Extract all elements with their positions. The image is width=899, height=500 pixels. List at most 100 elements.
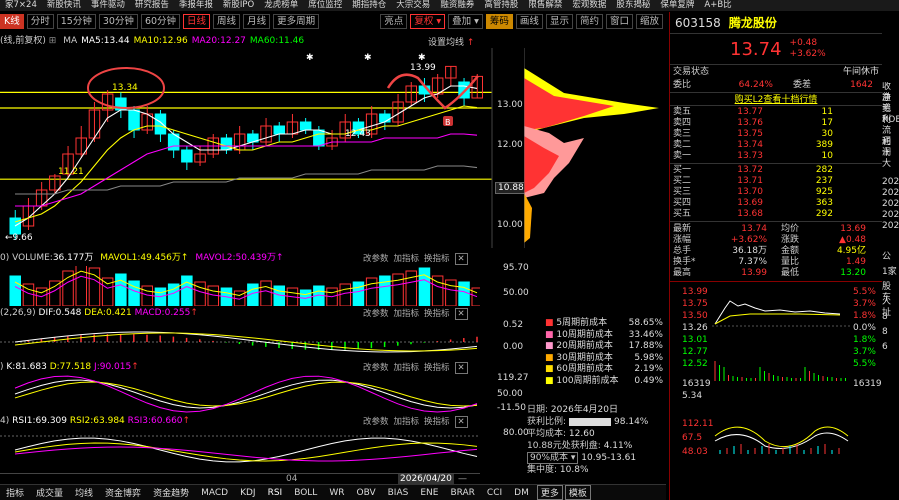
stat-row: 涨幅 +3.62% 涨跌 ▲0.48 — [673, 235, 866, 245]
indicator-tab[interactable]: WR — [323, 488, 350, 498]
ma-item: MA20:12.27 — [191, 36, 246, 46]
indicator-tab[interactable]: DM — [508, 488, 535, 498]
indicator-tab[interactable]: BRAR — [444, 488, 480, 498]
period-button[interactable]: 更多周期 — [273, 13, 320, 29]
menu-item[interactable]: 季报年报 — [174, 0, 218, 11]
menu-item[interactable]: 研究报告 — [130, 0, 174, 11]
indicator-tab[interactable]: 资金趋势 — [147, 486, 195, 499]
change-param-button[interactable]: 改参数 — [363, 363, 389, 373]
indicator-tab[interactable]: MACD — [195, 488, 234, 498]
cost-select[interactable]: 90%成本 ▾ — [527, 452, 579, 464]
period-button[interactable]: 分时 — [26, 13, 54, 29]
close-icon[interactable]: ✕ — [454, 362, 468, 374]
volume-bar — [365, 277, 378, 306]
menu-item[interactable]: 新股快讯 — [42, 0, 86, 11]
menu-item[interactable]: 新股IPO — [218, 0, 259, 11]
menu-item[interactable]: 股东揭秘 — [611, 0, 655, 11]
intraday-pct-tick: 3.7% — [853, 299, 876, 309]
menu-item[interactable]: 事件驱动 — [86, 0, 130, 11]
toolbar-button[interactable]: 画线 — [515, 13, 543, 29]
toolbar-button[interactable]: 简约 — [575, 13, 603, 29]
menu-item[interactable]: 家7×24 — [0, 0, 42, 11]
star-marker: ✱ — [306, 53, 314, 63]
close-icon[interactable]: ✕ — [454, 308, 468, 320]
switch-indicator-button[interactable]: 换指标 — [424, 254, 450, 264]
macd-axis: 0.00 — [503, 342, 524, 352]
indicator-tab[interactable]: RSI — [262, 488, 289, 498]
indicator-tab[interactable]: 指标 — [0, 486, 30, 499]
toolbar-button[interactable]: 叠加 ▾ — [448, 13, 483, 29]
indicator-tab[interactable]: CCI — [481, 488, 508, 498]
kline-button[interactable]: K线 — [0, 13, 24, 29]
switch-indicator-button[interactable]: 换指标 — [424, 363, 450, 373]
menu-item[interactable]: 期指持仓 — [347, 0, 391, 11]
indicator-tab[interactable]: 均线 — [69, 486, 99, 499]
period-button[interactable]: 日线 — [183, 13, 211, 29]
menu-item[interactable]: 融资融券 — [435, 0, 479, 11]
b-badge-text: B — [445, 118, 451, 127]
period-button[interactable]: 月线 — [243, 13, 271, 29]
macd-chart — [0, 331, 480, 353]
add-indicator-button[interactable]: 加指标 — [394, 254, 420, 264]
period-button[interactable]: 15分钟 — [56, 13, 96, 29]
indicator-tab[interactable]: OBV — [350, 488, 381, 498]
volume-bar — [62, 270, 74, 306]
l2-link[interactable]: 购买L2查看十档行情 — [670, 92, 882, 106]
change-param-button[interactable]: 改参数 — [363, 254, 389, 264]
toolbar-button[interactable]: 筹码 — [485, 13, 513, 29]
trade-status: 午间休市 — [842, 67, 879, 77]
switch-indicator-button[interactable]: 换指标 — [424, 417, 450, 427]
close-icon[interactable]: ✕ — [454, 253, 468, 265]
quote-stats: 最新 13.74 均价 13.69 涨幅 +3.62% 涨跌 ▲0.48 总手 36.18万 金额 4… — [670, 222, 882, 282]
period-button[interactable]: 60分钟 — [140, 13, 181, 29]
order-row: 买二 13.71 237 — [673, 176, 833, 186]
close-icon[interactable]: ✕ — [454, 416, 468, 428]
indicator-tab[interactable]: 更多 — [536, 485, 563, 500]
toolbar-button[interactable]: 复权 ▾ — [410, 13, 446, 29]
indicator-tab[interactable]: 成交量 — [30, 486, 69, 499]
toolbar-button[interactable]: 窗口 — [605, 13, 633, 29]
finance-label: 流通 — [882, 126, 892, 147]
add-indicator-button[interactable]: 加指标 — [394, 363, 420, 373]
menu-item[interactable]: A+B比 — [699, 0, 736, 11]
macd-value: 0.255 — [164, 308, 191, 318]
change-param-button[interactable]: 改参数 — [363, 417, 389, 427]
indicator-tab[interactable]: 资金博弈 — [99, 486, 147, 499]
price-tick: 10.00 — [497, 220, 523, 230]
indicator-tab[interactable]: ENE — [414, 488, 444, 498]
volume-chart — [9, 266, 480, 306]
toolbar-button[interactable]: 亮点 — [380, 13, 408, 29]
menu-item[interactable]: 龙虎榜单 — [259, 0, 303, 11]
ma-settings-button[interactable]: 设置均线 ↑ — [428, 35, 474, 48]
menu-item[interactable]: 保单复牌 — [655, 0, 699, 11]
toolbar-button[interactable]: 显示 — [545, 13, 573, 29]
switch-indicator-button[interactable]: 换指标 — [424, 309, 450, 319]
chip-stats: 日期: 2026年4月20日 获利比例: 98.14% 平均成本: 12.60 1… — [527, 404, 665, 476]
finance-year: 202 — [882, 210, 899, 220]
menu-item[interactable]: 限售解禁 — [523, 0, 567, 11]
ma10-line — [14, 105, 478, 223]
menu-item[interactable]: 席位监控 — [303, 0, 347, 11]
rsi1-value: 69.309 — [35, 416, 68, 426]
chart-settings-icon[interactable]: ⊞ — [49, 36, 57, 46]
last-price: 13.74 — [730, 38, 782, 60]
intraday-price-tick: 13.01 — [682, 335, 708, 345]
change-param-button[interactable]: 改参数 — [363, 309, 389, 319]
ma-list: MA MA5:13.44 MA10:12.96 MA20:12.27 MA60:11.4… — [59, 36, 304, 46]
concentration-label: 集中度: — [527, 465, 558, 475]
rsi2-line — [14, 442, 478, 462]
intraday-price-tick: 12.52 — [682, 359, 708, 369]
menu-item[interactable]: 高管持股 — [479, 0, 523, 11]
period-button[interactable]: 周线 — [213, 13, 241, 29]
indicator-tab[interactable]: 模板 — [564, 485, 591, 500]
indicator-tab[interactable]: KDJ — [234, 488, 262, 498]
add-indicator-button[interactable]: 加指标 — [394, 417, 420, 427]
add-indicator-button[interactable]: 加指标 — [394, 309, 420, 319]
menu-item[interactable]: 大宗交易 — [391, 0, 435, 11]
period-button[interactable]: 30分钟 — [98, 13, 138, 29]
indicator-tab[interactable]: BIAS — [382, 488, 415, 498]
volume-bar — [458, 281, 470, 306]
toolbar-button[interactable]: 缩放 — [635, 13, 663, 29]
menu-item[interactable]: 宏观数据 — [567, 0, 611, 11]
indicator-tab[interactable]: BOLL — [288, 488, 323, 498]
